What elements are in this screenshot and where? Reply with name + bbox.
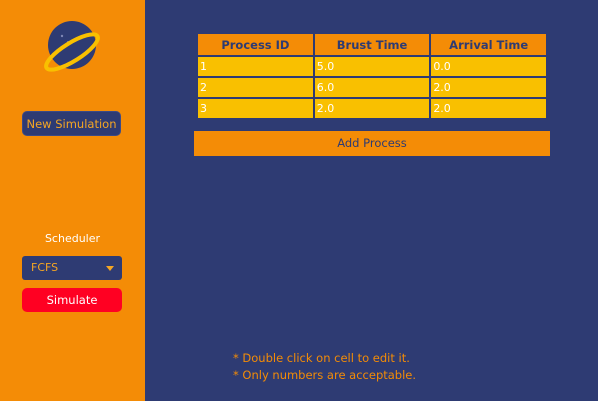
header-arrival-time: Arrival Time	[431, 34, 546, 55]
caret-down-icon	[106, 266, 114, 271]
scheduler-label: Scheduler	[44, 232, 101, 245]
note-edit-hint: * Double click on cell to edit it.	[233, 351, 410, 365]
table-cell[interactable]: 1	[198, 57, 313, 76]
table-row: 2 6.0 2.0	[198, 78, 546, 97]
table-header-row: Process ID Brust Time Arrival Time	[198, 34, 546, 55]
table-cell[interactable]: 2.0	[431, 99, 546, 118]
table-cell[interactable]: 3	[198, 99, 313, 118]
table-row: 1 5.0 0.0	[198, 57, 546, 76]
help-notes: * Double click on cell to edit it. * Onl…	[233, 350, 416, 384]
table-cell[interactable]: 6.0	[314, 78, 430, 97]
scheduler-selected-value: FCFS	[31, 261, 59, 274]
table-cell[interactable]: 2.0	[314, 99, 430, 118]
table-cell[interactable]: 2	[198, 78, 313, 97]
simulate-button[interactable]: Simulate	[22, 288, 122, 312]
scheduler-select[interactable]: FCFS	[22, 256, 122, 280]
planet-logo-icon	[44, 21, 100, 72]
table-cell[interactable]: 0.0	[431, 57, 546, 76]
note-numbers-hint: * Only numbers are acceptable.	[233, 368, 417, 382]
new-simulation-button[interactable]: New Simulation	[22, 111, 121, 136]
header-brust-time: Brust Time	[314, 34, 430, 55]
add-process-button[interactable]: Add Process	[194, 131, 550, 156]
process-table: Process ID Brust Time Arrival Time 1 5.0…	[196, 32, 548, 120]
header-process-id: Process ID	[198, 34, 313, 55]
table-row: 3 2.0 2.0	[198, 99, 546, 118]
table-cell[interactable]: 5.0	[314, 57, 430, 76]
table-cell[interactable]: 2.0	[431, 78, 546, 97]
sidebar: New Simulation Scheduler FCFS Simulate	[0, 0, 145, 401]
